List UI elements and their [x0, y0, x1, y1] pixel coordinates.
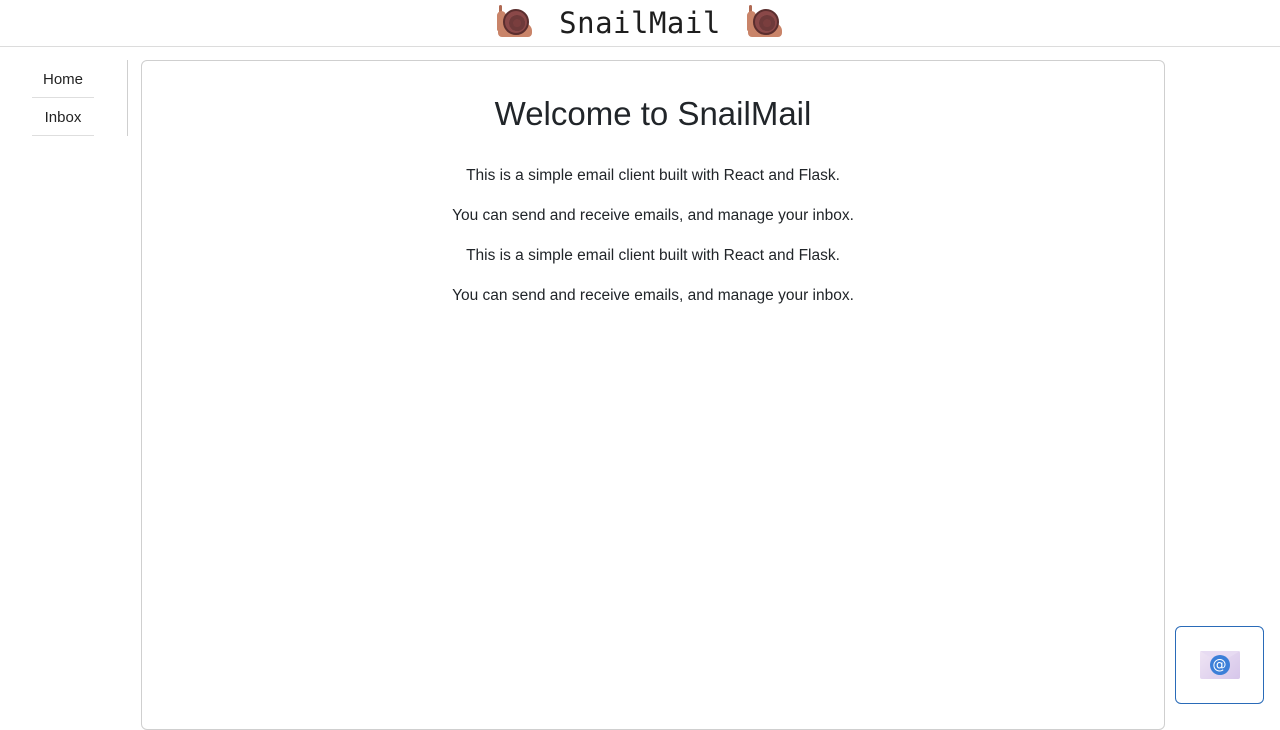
- intro-paragraph: You can send and receive emails, and man…: [452, 207, 854, 224]
- envelope-at-icon: @: [1199, 651, 1240, 679]
- at-sign-icon: @: [1209, 655, 1230, 675]
- nav-item-home[interactable]: Home: [30, 60, 96, 98]
- app-title: SnailMail: [559, 6, 721, 40]
- snail-icon: [746, 5, 783, 41]
- compose-button[interactable]: @: [1175, 626, 1264, 704]
- intro-paragraph: You can send and receive emails, and man…: [452, 287, 854, 304]
- sidebar-nav: Home Inbox: [0, 60, 128, 136]
- snail-icon: [497, 5, 533, 41]
- app-header: SnailMail: [0, 0, 1280, 47]
- intro-paragraph: This is a simple email client built with…: [466, 167, 840, 184]
- intro-paragraph: This is a simple email client built with…: [466, 247, 840, 264]
- nav-item-inbox[interactable]: Inbox: [30, 98, 96, 136]
- brand: SnailMail: [497, 5, 783, 41]
- welcome-card: Welcome to SnailMail This is a simple em…: [141, 60, 1165, 730]
- page-title: Welcome to SnailMail: [494, 95, 812, 132]
